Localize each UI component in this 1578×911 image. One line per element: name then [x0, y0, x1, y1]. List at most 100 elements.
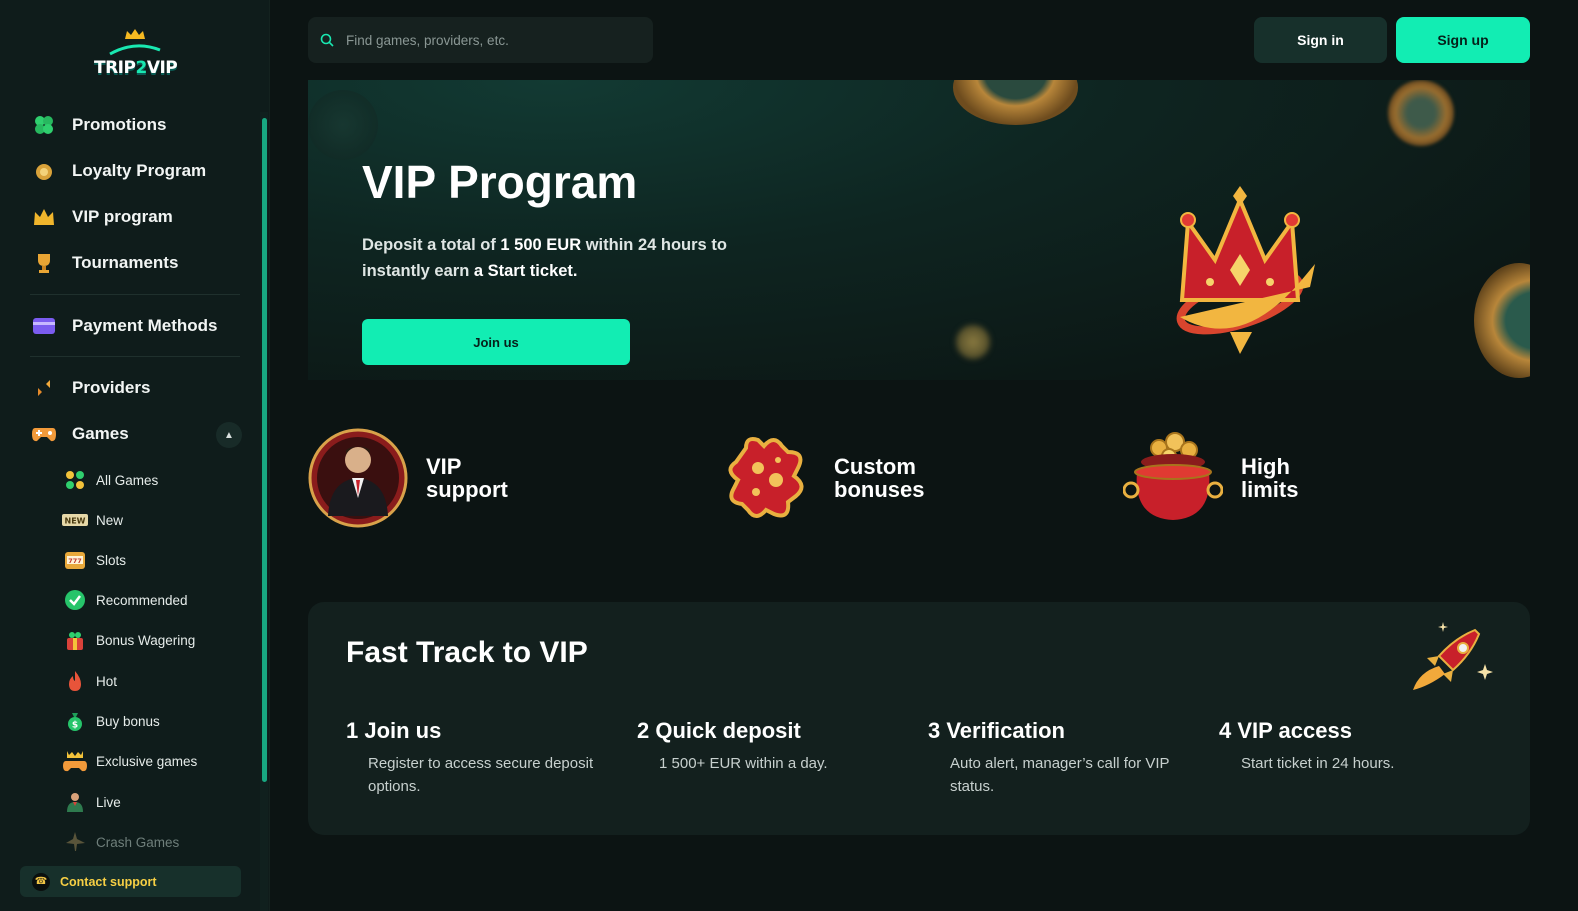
step-description: Auto alert, manager’s call for VIP statu… — [950, 755, 1170, 795]
rocket-icon — [1413, 622, 1493, 690]
search-icon — [320, 33, 334, 47]
sidebar-scrollbar-thumb[interactable] — [262, 118, 267, 782]
new-badge-icon: NEW — [62, 507, 88, 533]
feature-high-limits: High limits — [1123, 428, 1371, 528]
clover-icon — [30, 111, 58, 139]
sidebar-item-label: Recommended — [96, 592, 188, 608]
headset-icon: ☎ — [32, 872, 50, 891]
coin-decoration — [308, 90, 378, 160]
bonus-puzzle-icon — [728, 437, 804, 518]
sidebar-item-payment-methods[interactable]: Payment Methods — [30, 311, 217, 341]
sidebar-item-all-games[interactable]: All Games — [62, 467, 158, 493]
sidebar-item-label: Payment Methods — [72, 316, 218, 335]
svg-text:NEW: NEW — [65, 517, 86, 526]
sidebar-item-buy-bonus[interactable]: $ Buy bonus — [62, 708, 160, 734]
card-icon — [30, 312, 58, 340]
fast-track-title: Fast Track to VIP — [346, 636, 588, 669]
sidebar-item-exclusive-games[interactable]: Exclusive games — [62, 748, 197, 774]
sidebar-item-label: All Games — [96, 472, 159, 488]
dealer-icon — [62, 789, 88, 815]
sidebar-item-label: Exclusive games — [96, 753, 198, 769]
fast-track-step: 2 Quick deposit 1 500+ EUR within a day. — [637, 718, 907, 775]
gamepad-icon — [30, 420, 58, 448]
coin-decoration — [1388, 80, 1454, 146]
coin-decoration — [1474, 263, 1530, 378]
step-description: Start ticket in 24 hours. — [1241, 755, 1395, 772]
sidebar-item-tournaments[interactable]: Tournaments — [30, 248, 178, 278]
sidebar: TRIP2VIP Promotions Loyalty Program VIP … — [0, 0, 270, 911]
sidebar-item-loyalty-program[interactable]: Loyalty Program — [30, 156, 206, 186]
gift-icon — [62, 627, 88, 653]
join-us-button[interactable]: Join us — [362, 319, 630, 365]
sidebar-item-new[interactable]: NEW New — [62, 507, 123, 533]
contact-support-button[interactable]: ☎ Contact support — [20, 866, 241, 897]
chevron-up-icon[interactable]: ▲ — [216, 422, 242, 448]
sidebar-divider — [30, 294, 240, 295]
feature-label: Custom bonuses — [834, 454, 925, 502]
step-title: 4 VIP access — [1219, 718, 1352, 743]
sidebar-item-label: Bonus Wagering — [96, 632, 196, 648]
hero-title: VIP Program — [362, 156, 638, 208]
hero-description: Deposit a total of 1 500 EUR within 24 h… — [362, 236, 727, 280]
sidebar-item-games[interactable]: Games — [30, 419, 129, 449]
step-title: 1 Join us — [346, 718, 442, 743]
loyalty-icon — [30, 157, 58, 185]
vip-crown-illustration — [1176, 186, 1315, 354]
sidebar-item-slots[interactable]: 777 Slots — [62, 547, 126, 573]
sidebar-item-recommended[interactable]: Recommended — [62, 587, 188, 613]
feature-label: VIP support — [426, 454, 508, 502]
sidebar-item-label: Crash Games — [96, 834, 180, 850]
fast-track-step: 1 Join us Register to access secure depo… — [346, 718, 616, 798]
sidebar-divider — [30, 356, 240, 357]
step-description: Register to access secure deposit option… — [368, 755, 594, 795]
exclusive-icon — [62, 748, 88, 774]
feature-label: High limits — [1241, 454, 1299, 502]
contact-support-label: Contact support — [60, 874, 157, 889]
check-badge-icon — [62, 587, 88, 613]
sidebar-item-label: Slots — [96, 552, 127, 568]
fire-icon — [62, 668, 88, 694]
sidebar-item-live[interactable]: Live — [62, 789, 121, 815]
slot-machine-icon: 777 — [62, 547, 88, 573]
sidebar-item-crash-games[interactable]: Crash Games — [62, 829, 179, 855]
logo-swoosh-icon — [109, 44, 161, 56]
sidebar-item-label: VIP program — [72, 207, 173, 226]
sidebar-item-label: Promotions — [72, 115, 167, 134]
plane-icon — [62, 829, 88, 855]
svg-text:$: $ — [72, 721, 78, 731]
svg-text:777: 777 — [68, 557, 82, 565]
sidebar-item-label: Tournaments — [72, 253, 179, 272]
search-bar[interactable] — [308, 17, 653, 63]
feature-custom-bonuses: Custom bonuses — [716, 428, 964, 528]
sidebar-item-bonus-wagering[interactable]: Bonus Wagering — [62, 627, 195, 653]
sidebar-item-label: Hot — [96, 673, 118, 689]
sidebar-item-label: New — [96, 512, 124, 528]
feature-vip-support: VIP support — [308, 428, 556, 528]
sidebar-item-label: Games — [72, 424, 129, 443]
logo-crown-icon — [125, 29, 145, 39]
coin-decoration — [953, 80, 1078, 125]
sidebar-item-label: Loyalty Program — [72, 161, 207, 180]
sign-in-button[interactable]: Sign in — [1254, 17, 1387, 63]
grid-icon — [62, 467, 88, 493]
gold-pot-icon — [1123, 432, 1223, 520]
logo-wordmark: TRIP2VIP — [94, 58, 178, 78]
sidebar-item-label: Live — [96, 794, 121, 810]
coin-decoration — [956, 325, 990, 359]
crown-icon — [30, 203, 58, 231]
sidebar-item-label: Providers — [72, 378, 151, 397]
search-input[interactable] — [346, 32, 636, 48]
brand-logo[interactable]: TRIP2VIP — [94, 28, 178, 84]
fast-track-step: 3 Verification Auto alert, manager’s cal… — [928, 718, 1198, 798]
fast-track-step: 4 VIP access Start ticket in 24 hours. — [1219, 718, 1489, 775]
step-description: 1 500+ EUR within a day. — [659, 755, 828, 772]
providers-icon — [30, 374, 58, 402]
money-bag-icon: $ — [62, 708, 88, 734]
vip-manager-icon — [308, 428, 408, 528]
step-title: 2 Quick deposit — [637, 718, 801, 743]
sign-up-button[interactable]: Sign up — [1396, 17, 1530, 63]
sidebar-item-vip-program[interactable]: VIP program — [30, 202, 173, 232]
sidebar-item-promotions[interactable]: Promotions — [30, 110, 166, 140]
sidebar-item-providers[interactable]: Providers — [30, 373, 150, 403]
sidebar-item-hot[interactable]: Hot — [62, 668, 117, 694]
